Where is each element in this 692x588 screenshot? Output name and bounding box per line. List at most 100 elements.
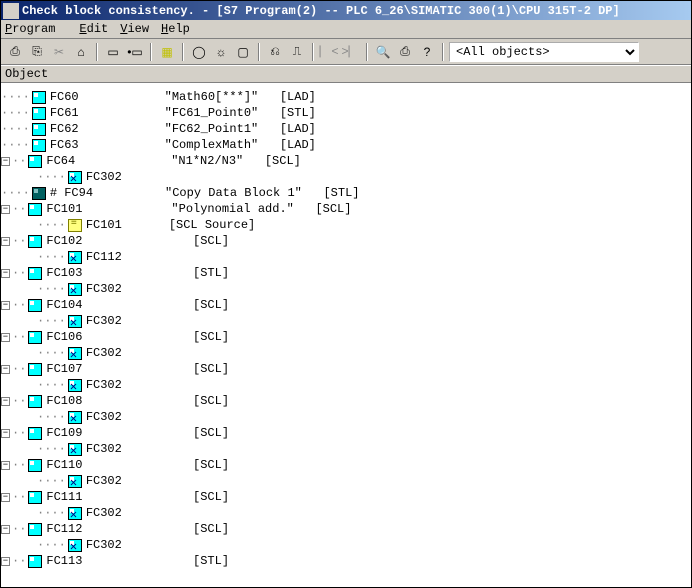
block-icon (32, 107, 46, 120)
tree-row[interactable]: ····FC302 (1, 409, 691, 425)
separator (366, 43, 368, 61)
find-icon[interactable]: 🔍 (373, 42, 393, 62)
collapse-icon[interactable]: − (1, 429, 10, 438)
block-x-icon (68, 475, 82, 488)
tree-row[interactable]: ····FC302 (1, 281, 691, 297)
tree-row[interactable]: ····FC302 (1, 473, 691, 489)
collapse-icon[interactable]: − (1, 397, 10, 406)
tb-btn-1[interactable]: ⎙ (5, 42, 25, 62)
tree-row[interactable]: ····FC60"Math60[***]" [LAD] (1, 89, 691, 105)
first-icon[interactable]: ⎸< (319, 42, 339, 62)
filter-combo[interactable]: <All objects> (449, 42, 639, 62)
node-name: FC302 (86, 378, 122, 392)
separator (182, 43, 184, 61)
print-icon[interactable]: ⎙ (395, 42, 415, 62)
tb-btn-9[interactable]: ☼ (211, 42, 231, 62)
tree-row[interactable]: ····FC302 (1, 377, 691, 393)
tree-row[interactable]: −··FC112 [SCL] (1, 521, 691, 537)
tree-row[interactable]: ····FC61"FC61_Point0" [STL] (1, 105, 691, 121)
node-name: FC103 (46, 266, 82, 280)
node-lang: [SCL] (193, 426, 229, 440)
tree-row[interactable]: ····FC302 (1, 169, 691, 185)
tb-btn-12[interactable]: ⎍ (287, 42, 307, 62)
node-desc: "Math60[***]" (165, 90, 259, 104)
tree-row[interactable]: −··FC101"Polynomial add." [SCL] (1, 201, 691, 217)
tb-btn-11[interactable]: ⎌ (265, 42, 285, 62)
separator (150, 43, 152, 61)
tree-row[interactable]: ····FC302 (1, 537, 691, 553)
tree-row[interactable]: −··FC110 [SCL] (1, 457, 691, 473)
collapse-icon[interactable]: − (1, 269, 10, 278)
node-name: FC112 (86, 250, 122, 264)
block-icon (28, 555, 42, 568)
tb-btn-8[interactable]: ◯ (189, 42, 209, 62)
menu-help[interactable]: Help (161, 22, 190, 36)
last-icon[interactable]: >⎸ (341, 42, 361, 62)
cut-icon[interactable]: ✂ (49, 42, 69, 62)
help-icon[interactable]: ? (417, 42, 437, 62)
node-name: FC60 (50, 90, 79, 104)
node-name: FC302 (86, 538, 122, 552)
tree-row[interactable]: −··FC109 [SCL] (1, 425, 691, 441)
collapse-icon[interactable]: − (1, 557, 10, 566)
collapse-icon[interactable]: − (1, 461, 10, 470)
tree-row[interactable]: ····FC302 (1, 313, 691, 329)
tree-row[interactable]: −··FC107 [SCL] (1, 361, 691, 377)
tb-btn-7[interactable]: ▦ (157, 42, 177, 62)
tb-btn-5[interactable]: ▭ (103, 42, 123, 62)
node-name: FC106 (46, 330, 82, 344)
menu-view[interactable]: View (120, 22, 149, 36)
menu-program[interactable]: Program (5, 22, 67, 36)
node-desc: "ComplexMath" (165, 138, 259, 152)
tree-row[interactable]: −··FC104 [SCL] (1, 297, 691, 313)
block-x-icon (68, 379, 82, 392)
tree-view[interactable]: ····FC60"Math60[***]" [LAD]····FC61"FC61… (1, 83, 691, 587)
block-icon (28, 203, 42, 216)
collapse-icon[interactable]: − (1, 365, 10, 374)
node-name: FC302 (86, 410, 122, 424)
tree-row[interactable]: −··FC102 [SCL] (1, 233, 691, 249)
collapse-icon[interactable]: − (1, 205, 10, 214)
node-name: FC101 (46, 202, 82, 216)
node-desc: [SCL Source] (169, 218, 255, 232)
menu-edit[interactable]: Edit (79, 22, 108, 36)
node-name: FC62 (50, 122, 79, 136)
block-icon (28, 491, 42, 504)
tree-row[interactable]: ····# FC94"Copy Data Block 1" [STL] (1, 185, 691, 201)
tree-row[interactable]: −··FC64"N1*N2/N3" [SCL] (1, 153, 691, 169)
tb-btn-4[interactable]: ⌂ (71, 42, 91, 62)
node-lang: [STL] (323, 186, 359, 200)
tree-row[interactable]: ····FC112 (1, 249, 691, 265)
tb-btn-6[interactable]: •▭ (125, 42, 145, 62)
block-icon (28, 155, 42, 168)
node-desc: "Copy Data Block 1" (165, 186, 302, 200)
tree-row[interactable]: −··FC103 [STL] (1, 265, 691, 281)
tree-row[interactable]: ····FC302 (1, 441, 691, 457)
node-name: FC302 (86, 346, 122, 360)
tree-row[interactable]: ····FC302 (1, 345, 691, 361)
tree-row[interactable]: ····FC62"FC62_Point1" [LAD] (1, 121, 691, 137)
tree-row[interactable]: −··FC113 [STL] (1, 553, 691, 569)
node-name: FC101 (86, 218, 122, 232)
tree-row[interactable]: −··FC111 [SCL] (1, 489, 691, 505)
collapse-icon[interactable]: − (1, 333, 10, 342)
tb-btn-10[interactable]: ▢ (233, 42, 253, 62)
node-name: FC113 (46, 554, 82, 568)
tree-row[interactable]: ····FC101[SCL Source] (1, 217, 691, 233)
collapse-icon[interactable]: − (1, 301, 10, 310)
block-icon (28, 299, 42, 312)
block-x-icon (68, 443, 82, 456)
node-name: FC107 (46, 362, 82, 376)
tb-btn-2[interactable]: ⎘ (27, 42, 47, 62)
collapse-icon[interactable]: − (1, 237, 10, 246)
collapse-icon[interactable]: − (1, 157, 10, 166)
tree-row[interactable]: ····FC302 (1, 505, 691, 521)
tree-row[interactable]: −··FC106 [SCL] (1, 329, 691, 345)
collapse-icon[interactable]: − (1, 525, 10, 534)
node-lang: [LAD] (280, 90, 316, 104)
node-lang: [SCL] (193, 394, 229, 408)
collapse-icon[interactable]: − (1, 493, 10, 502)
node-name: FC109 (46, 426, 82, 440)
tree-row[interactable]: ····FC63"ComplexMath" [LAD] (1, 137, 691, 153)
tree-row[interactable]: −··FC108 [SCL] (1, 393, 691, 409)
